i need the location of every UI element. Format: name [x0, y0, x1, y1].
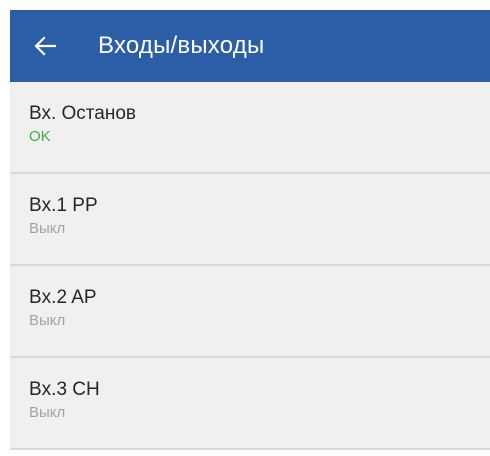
- item-status: Выкл: [29, 312, 66, 329]
- item-label: Вх. Останов: [29, 103, 137, 124]
- item-label: Bx.3 CH: [29, 379, 100, 400]
- list-item[interactable]: Вх. Останов OK: [10, 82, 490, 174]
- item-status: Выкл: [29, 220, 66, 237]
- item-label: Bx.2 AP: [29, 287, 97, 308]
- item-status: Выкл: [29, 404, 66, 421]
- arrow-left-icon: [34, 36, 56, 56]
- list-item[interactable]: Bx.2 AP Выкл: [10, 266, 490, 358]
- back-button[interactable]: [10, 10, 80, 82]
- app-bar: Входы/выходы: [10, 10, 490, 82]
- list-item[interactable]: Bx.1 PP Выкл: [10, 174, 490, 266]
- io-list: Вх. Останов OK Bx.1 PP Выкл Bx.2 AP Выкл…: [10, 82, 490, 450]
- item-status: OK: [29, 128, 51, 145]
- page-title: Входы/выходы: [98, 32, 265, 59]
- list-item[interactable]: Bx.3 CH Выкл: [10, 358, 490, 450]
- item-label: Bx.1 PP: [29, 195, 98, 216]
